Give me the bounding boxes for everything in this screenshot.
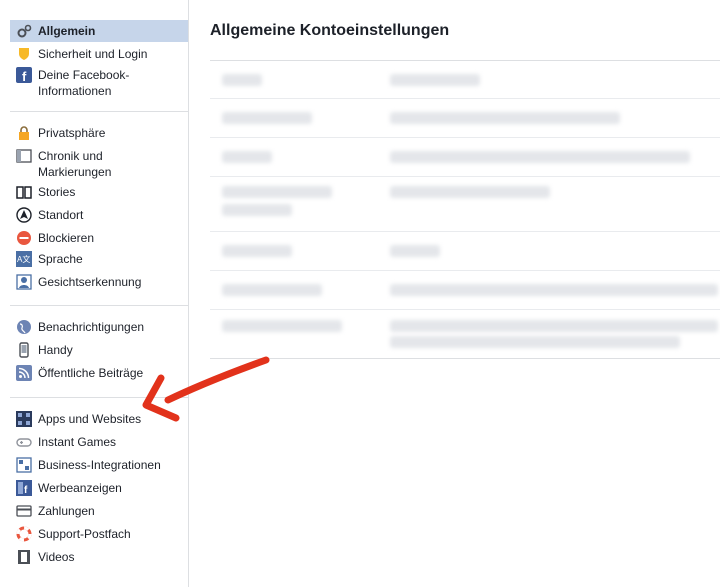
rss-icon [16,365,32,381]
gamepad-icon [16,434,32,450]
sidebar-item-label: Zahlungen [38,504,95,518]
redacted-label [222,186,332,198]
svg-text:f: f [22,69,27,83]
business-icon [16,457,32,473]
sidebar-item-label: Sprache [38,252,83,266]
card-icon [16,503,32,519]
lifebuoy-icon [16,526,32,542]
sidebar-item-videos[interactable]: Videos [0,549,188,571]
language-icon: A文 [16,251,32,267]
svg-text:A文: A文 [17,254,30,264]
sidebar-item-label: Support-Postfach [38,527,131,541]
sidebar-item-label: Standort [38,208,84,222]
sidebar-item-label: Benachrichtigungen [38,320,145,334]
sidebar-item-label: Öffentliche Beiträge [38,366,144,380]
redacted-label [222,74,262,86]
sidebar-item-label: Handy [38,343,73,357]
sidebar-item-privatsphaere[interactable]: Privatsphäre [0,125,188,147]
sidebar-item-sprache[interactable]: A文 Sprache [0,251,188,274]
redacted-label [222,204,292,216]
settings-row[interactable] [210,177,720,232]
facebook-icon: f [16,67,32,83]
settings-row[interactable] [210,232,720,271]
sidebar-section-privacy: Privatsphäre Chronik und Markierungen St… [0,112,188,296]
phone-icon [16,342,32,358]
sidebar-section-apps: Apps und Websites Instant Games Business… [0,398,188,571]
sidebar-item-facebook-informationen[interactable]: f Deine Facebook- Informationen [0,67,188,99]
location-icon [16,207,32,223]
sidebar-item-standort[interactable]: Standort [0,207,188,229]
sidebar-item-sicherheit[interactable]: Sicherheit und Login [0,43,188,65]
sidebar-item-label: Gesichtserkennung [38,275,142,289]
shield-icon [16,46,32,62]
sidebar-item-label: Werbeanzeigen [38,481,122,495]
redacted-value [390,284,718,296]
redacted-label [222,284,322,296]
sidebar-item-label: Apps und Websites [38,412,142,426]
sidebar-item-label: Sicherheit und Login [38,47,148,61]
sidebar-section-account: Allgemein Sicherheit und Login f Deine F… [0,0,188,99]
sidebar-item-instant-games[interactable]: Instant Games [0,434,188,457]
face-icon [16,274,32,290]
sidebar-item-label: Instant Games [38,435,117,449]
sidebar-item-chronik[interactable]: Chronik und Markierungen [0,148,188,180]
redacted-value [390,74,480,86]
page-title: Allgemeine Kontoeinstellungen [210,22,450,39]
sidebar-item-allgemein[interactable]: Allgemein [10,20,188,42]
redacted-label [222,151,272,163]
sidebar-item-gesichtserkennung[interactable]: Gesichtserkennung [0,274,188,296]
film-icon [16,549,32,565]
redacted-value [390,320,718,332]
sidebar-item-label: Deine Facebook- Informationen [38,68,130,98]
ads-icon: f [16,480,32,496]
redacted-value [390,336,680,348]
redacted-label [222,245,292,257]
sidebar-item-support-postfach[interactable]: Support-Postfach [0,526,188,549]
globe-icon [16,319,32,335]
sidebar-item-business-integrationen[interactable]: Business-Integrationen [0,457,188,480]
redacted-value [390,186,550,198]
timeline-icon [16,148,32,164]
sidebar-item-label: Chronik und Markierungen [38,149,112,179]
settings-row[interactable] [210,61,720,99]
block-icon [16,230,32,246]
gears-icon [16,23,32,39]
settings-row[interactable] [210,271,720,310]
sidebar-item-handy[interactable]: Handy [0,342,188,365]
lock-icon [16,125,32,141]
sidebar-item-apps-und-websites[interactable]: Apps und Websites [0,411,188,434]
redacted-value [390,112,620,124]
main-content: Allgemeine Kontoeinstellungen [190,0,720,587]
sidebar-item-benachrichtigungen[interactable]: Benachrichtigungen [0,319,188,342]
sidebar-item-werbeanzeigen[interactable]: f Werbeanzeigen [0,480,188,503]
settings-row[interactable] [210,310,720,358]
sidebar-item-label: Videos [38,550,75,564]
sidebar-item-stories[interactable]: Stories [0,184,188,206]
redacted-value [390,245,440,257]
settings-row[interactable] [210,99,720,138]
sidebar-item-oeffentliche-beitraege[interactable]: Öffentliche Beiträge [0,365,188,387]
book-icon [16,184,32,200]
settings-sidebar: Allgemein Sicherheit und Login f Deine F… [0,0,189,587]
apps-icon [16,411,32,427]
sidebar-item-blockieren[interactable]: Blockieren [0,230,188,251]
sidebar-item-label: Privatsphäre [38,126,106,140]
redacted-label [222,112,312,124]
sidebar-item-label: Stories [38,185,76,199]
sidebar-item-label: Allgemein [38,24,96,38]
settings-table [210,60,720,359]
sidebar-item-zahlungen[interactable]: Zahlungen [0,503,188,526]
sidebar-section-notifications: Benachrichtigungen Handy Öffentliche Bei… [0,306,188,387]
sidebar-item-label: Business-Integrationen [38,458,161,472]
sidebar-item-label: Blockieren [38,231,95,245]
settings-row[interactable] [210,138,720,177]
redacted-label [222,320,342,332]
redacted-value [390,151,690,163]
